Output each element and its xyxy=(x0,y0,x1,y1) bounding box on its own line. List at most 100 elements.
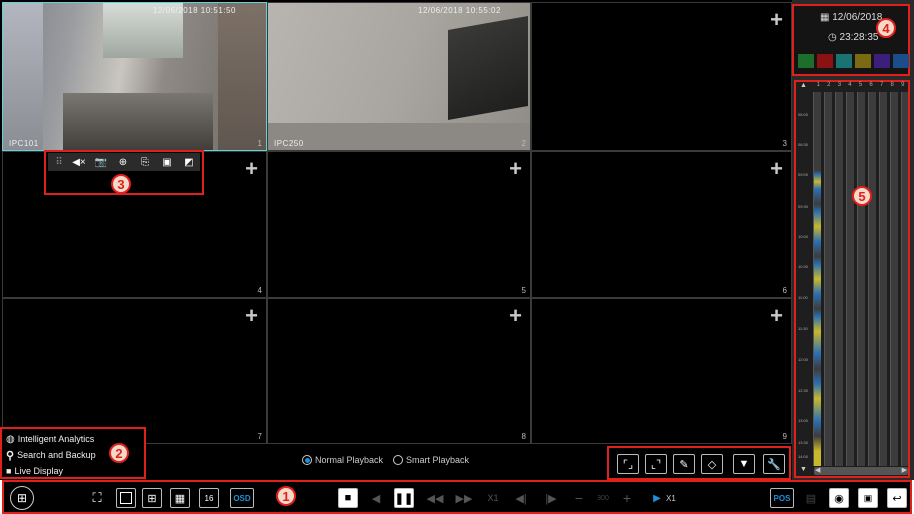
layout-16-icon[interactable]: 16 xyxy=(199,488,219,508)
settings-wrench-icon[interactable]: 🔧 xyxy=(763,454,785,474)
time-tick: 09:30 xyxy=(798,204,809,209)
smart-playback-radio[interactable]: Smart Playback xyxy=(393,455,469,465)
scroll-left-icon[interactable]: ◀ xyxy=(815,466,820,474)
timeline-scroll-up-icon[interactable]: ▲ xyxy=(800,82,807,89)
add-camera-icon[interactable]: + xyxy=(509,158,522,180)
layout-9-icon[interactable]: ▦ xyxy=(170,488,190,508)
status-icon-red[interactable] xyxy=(817,54,833,68)
marker-5: 5 xyxy=(852,186,872,206)
clock-icon: ◷ xyxy=(828,32,837,43)
live-display-label: Live Display xyxy=(14,466,63,476)
channel-6-view[interactable]: + 6 xyxy=(531,151,792,298)
timeline-track-7[interactable] xyxy=(879,92,887,466)
channel-2-view[interactable]: 12/06/2018 10:55:02 IPC250 2 xyxy=(267,2,531,151)
timeline-track-9[interactable] xyxy=(901,92,908,466)
status-icon-teal[interactable] xyxy=(836,54,852,68)
layout-4-icon[interactable]: ⊞ xyxy=(142,488,162,508)
timeline-track-2[interactable] xyxy=(824,92,832,466)
clip-start-icon[interactable]: ⌜⌟ xyxy=(617,454,639,474)
decrease-icon[interactable]: − xyxy=(568,488,590,508)
status-icon-purple[interactable] xyxy=(874,54,890,68)
layout-1-icon[interactable] xyxy=(116,488,136,508)
pos-button[interactable]: POS xyxy=(770,488,794,508)
channel-5-view[interactable]: + 5 xyxy=(267,151,531,298)
edit-tag-icon[interactable]: ✎ xyxy=(673,454,695,474)
time-tick: 08:30 xyxy=(798,142,809,147)
marker-3: 3 xyxy=(111,174,131,194)
step-back-icon[interactable]: ◀| xyxy=(510,488,532,508)
disabled-grid-icon[interactable]: ▤ xyxy=(800,488,822,508)
status-icon-green[interactable] xyxy=(798,54,814,68)
marker-2: 2 xyxy=(109,443,129,463)
channel-7-number: 7 xyxy=(257,432,262,441)
normal-playback-label: Normal Playback xyxy=(315,455,384,465)
timeline-track-6[interactable] xyxy=(868,92,876,466)
add-camera-icon[interactable]: + xyxy=(245,158,258,180)
channel-8-view[interactable]: + 8 xyxy=(267,298,531,444)
stop-icon[interactable]: ■ xyxy=(338,488,358,508)
add-camera-icon[interactable]: + xyxy=(245,305,258,327)
calendar-date: ▦ 12/06/2018 xyxy=(820,12,882,23)
zoom-in-icon[interactable]: ⊕ xyxy=(114,154,132,170)
channel-2-name: IPC250 xyxy=(274,139,304,148)
channel-2-timestamp: 12/06/2018 10:55:02 xyxy=(418,6,501,15)
channel-9-number: 9 xyxy=(782,432,787,441)
time-label: 23:28:35 xyxy=(839,32,879,43)
smart-analytics-icon[interactable]: ◩ xyxy=(180,154,198,170)
channel-1-view[interactable]: 12/06/2018 10:51:50 IPC101 1 xyxy=(2,2,267,151)
snapshot-icon[interactable]: 📷 xyxy=(92,154,110,170)
play-speed-icon[interactable]: ▶ xyxy=(646,488,668,508)
playback-mode-group: Normal Playback Smart Playback xyxy=(302,455,469,465)
back-icon[interactable]: ↩ xyxy=(887,488,907,508)
timeline-time-axis: 08:00 08:30 09:00 09:30 10:00 10:30 11:0… xyxy=(796,92,814,466)
add-camera-icon[interactable]: + xyxy=(770,158,783,180)
drag-handle-icon[interactable]: ⠿ xyxy=(50,154,68,170)
search-icon: ⚲ xyxy=(6,449,15,462)
normal-playback-radio[interactable]: Normal Playback xyxy=(302,455,383,465)
osd-button[interactable]: OSD xyxy=(230,488,254,508)
status-icon-yellow[interactable] xyxy=(855,54,871,68)
prev-frame-icon[interactable]: ◀ xyxy=(365,488,387,508)
channel-9-view[interactable]: + 9 xyxy=(531,298,792,444)
time-tick: 14:00 xyxy=(798,454,809,459)
rewind-icon[interactable]: ◀◀ xyxy=(424,488,446,508)
channel-7-view[interactable]: + 7 xyxy=(2,298,267,444)
mute-icon[interactable]: ◀× xyxy=(70,154,88,170)
bookmark-icon[interactable]: ⎘ xyxy=(136,154,154,170)
timeline-track-4[interactable] xyxy=(846,92,854,466)
add-camera-icon[interactable]: + xyxy=(770,9,783,31)
timeline-channel-label: 2 xyxy=(827,82,831,88)
channel-3-view[interactable]: + 3 xyxy=(531,2,792,151)
radio-unselected-icon xyxy=(393,455,404,465)
fullscreen-icon[interactable]: ⛶ xyxy=(86,488,108,508)
channel-4-number: 4 xyxy=(257,286,262,295)
timeline-track-5[interactable] xyxy=(857,92,865,466)
timeline-scroll-down-icon[interactable]: ▼ xyxy=(800,466,807,473)
clip-end-icon[interactable]: ⌞⌝ xyxy=(645,454,667,474)
interval-value: 300 xyxy=(597,494,609,502)
timeline-track-8[interactable] xyxy=(890,92,898,466)
backup-disc-icon[interactable]: ◉ xyxy=(829,488,849,508)
live-display-item[interactable]: ■ Live Display xyxy=(6,463,140,479)
step-forward-icon[interactable]: |▶ xyxy=(540,488,562,508)
radio-selected-icon xyxy=(302,455,312,465)
timeline-track-1[interactable] xyxy=(813,92,821,466)
timeline-hscrollbar[interactable]: ◀ ▶ xyxy=(814,467,908,475)
timeline-channel-label: 3 xyxy=(837,82,842,88)
pause-icon[interactable]: ❚❚ xyxy=(394,488,414,508)
timeline-track-3[interactable] xyxy=(835,92,843,466)
ptz-icon[interactable]: ◇ xyxy=(701,454,723,474)
record-icon[interactable]: ▣ xyxy=(158,154,176,170)
increase-icon[interactable]: + xyxy=(616,488,638,508)
status-icon-blue[interactable] xyxy=(893,54,909,68)
add-camera-icon[interactable]: + xyxy=(770,305,783,327)
time-tick: 12:30 xyxy=(798,388,809,393)
snapshot-gallery-icon[interactable]: ▣ xyxy=(858,488,878,508)
timeline-channel-label: 7 xyxy=(879,82,884,88)
fast-forward-icon[interactable]: ▶▶ xyxy=(453,488,475,508)
add-camera-icon[interactable]: + xyxy=(509,305,522,327)
scroll-right-icon[interactable]: ▶ xyxy=(902,466,907,474)
time-tick: 13:00 xyxy=(798,418,809,423)
menu-button[interactable]: ⊞ xyxy=(10,486,34,510)
filter-icon[interactable]: ▼ xyxy=(733,454,755,474)
